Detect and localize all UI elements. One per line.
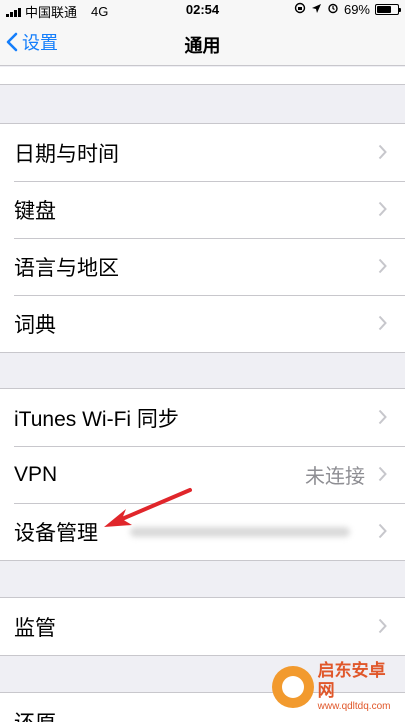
- row-label: 词典: [14, 313, 56, 337]
- chevron-right-icon: [378, 315, 387, 331]
- page-title: 通用: [184, 36, 221, 56]
- settings-group-2: iTunes Wi-Fi 同步 VPN 未连接 设备管理: [0, 388, 405, 561]
- row-label: 监管: [14, 616, 56, 640]
- row-label: 键盘: [14, 199, 56, 223]
- status-bar: 中国联通 4G 02:54 69%: [0, 0, 405, 20]
- settings-group-1: 日期与时间 键盘 语言与地区 词典: [0, 123, 405, 353]
- row-device-management[interactable]: 设备管理: [0, 503, 405, 560]
- battery-icon: [375, 4, 401, 15]
- alarm-icon: [327, 2, 339, 17]
- row-supervision[interactable]: 监管: [0, 598, 405, 655]
- chevron-right-icon: [378, 409, 387, 425]
- watermark-url: www.qdltdq.com: [317, 701, 391, 712]
- row-vpn[interactable]: VPN 未连接: [0, 446, 405, 503]
- watermark-title: 启东安卓网: [317, 661, 386, 700]
- battery-percent: 69%: [343, 2, 370, 17]
- row-label: VPN: [14, 462, 58, 486]
- row-label: 日期与时间: [14, 142, 119, 166]
- settings-group-3: 监管: [0, 597, 405, 656]
- previous-row-stub: [0, 67, 405, 85]
- chevron-right-icon: [378, 466, 387, 482]
- rotation-lock-icon: [294, 2, 306, 17]
- battery-fill: [377, 6, 391, 13]
- vpn-status-value: 未连接: [305, 466, 365, 488]
- row-language-region[interactable]: 语言与地区: [0, 238, 405, 295]
- chevron-right-icon: [378, 144, 387, 160]
- location-icon: [311, 2, 322, 17]
- chevron-right-icon: [378, 523, 387, 539]
- site-watermark: 启东安卓网 www.qdltdq.com: [272, 656, 402, 718]
- row-keyboard[interactable]: 键盘: [0, 181, 405, 238]
- chevron-right-icon: [378, 618, 387, 634]
- row-label: iTunes Wi-Fi 同步: [14, 407, 179, 431]
- chevron-right-icon: [378, 201, 387, 217]
- chevron-right-icon: [378, 258, 387, 274]
- row-label: 语言与地区: [14, 256, 119, 280]
- row-dictionary[interactable]: 词典: [0, 295, 405, 352]
- row-itunes-wifi-sync[interactable]: iTunes Wi-Fi 同步: [0, 389, 405, 446]
- row-date-time[interactable]: 日期与时间: [0, 124, 405, 181]
- row-label: 设备管理: [14, 521, 98, 545]
- navigation-bar: 设置 通用: [0, 20, 405, 66]
- row-label: 还原: [14, 707, 56, 722]
- watermark-logo-icon: [272, 666, 314, 708]
- blurred-profile-value: [130, 527, 350, 537]
- status-right: 69%: [294, 2, 401, 17]
